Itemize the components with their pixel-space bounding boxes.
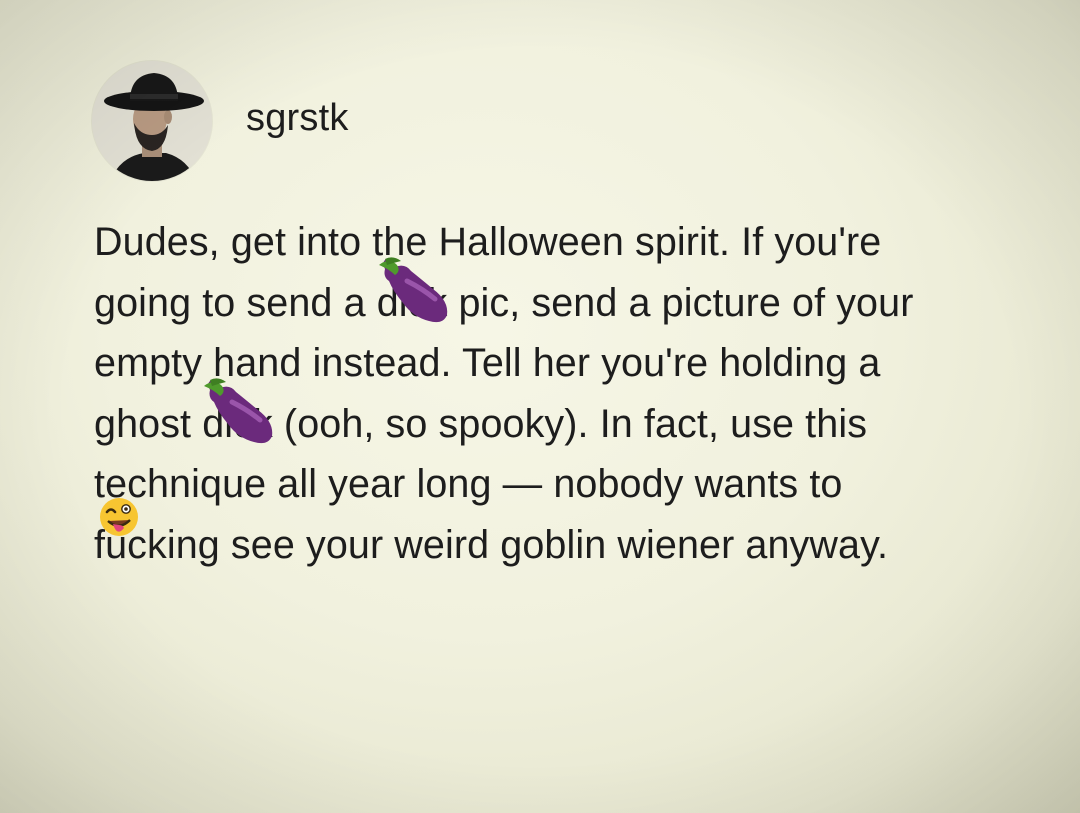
avatar-man-with-wide-brim-hat-icon [92,61,212,181]
post-text: king see your weird goblin wiener anyway… [147,522,889,567]
post-body: Dudes, get into the Halloween spirit. If… [94,212,1014,575]
eggplant-emoji-icon [371,255,457,343]
zany-face-emoji-icon [97,495,141,557]
censored-word: dick [377,256,448,334]
post-line: going to send a dick pic, send a picture… [94,256,1014,334]
eggplant-emoji-icon [196,376,282,464]
post-text: ghost [94,401,203,446]
post-line: fuc king see your weird goblin wiener any… [94,497,1014,576]
post-header: sgrstk [92,60,349,182]
post-line: ghost dick (ooh, so spooky). In fact, us… [94,377,1014,455]
post-text: pic, send a picture of your [447,280,914,325]
username[interactable]: sgrstk [246,97,349,140]
post-line: technique all year long — nobody wants t… [94,462,843,506]
avatar[interactable] [92,61,212,181]
censored-word: uc [100,497,147,576]
post-text: (ooh, so spooky). In fact, use this [272,401,868,446]
post-line: Dudes, get into the Halloween spirit. If… [94,220,882,264]
post-card: sgrstk Dudes, get into the Halloween spi… [0,0,1080,813]
censored-word: dick [202,377,273,455]
post-text: going to send a [94,280,377,325]
